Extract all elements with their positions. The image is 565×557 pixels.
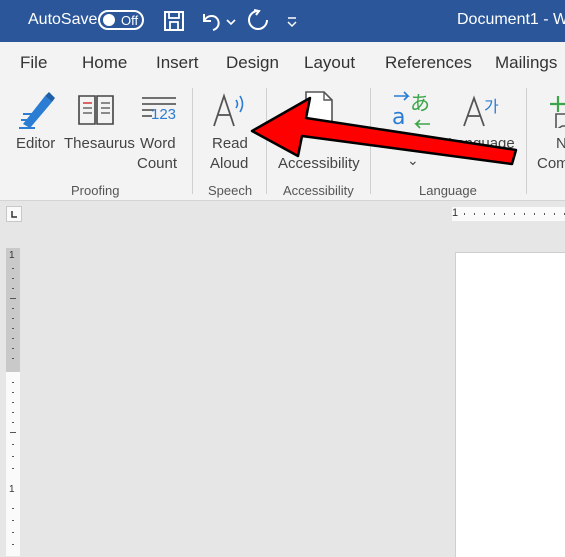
annotation-arrow xyxy=(250,96,518,166)
